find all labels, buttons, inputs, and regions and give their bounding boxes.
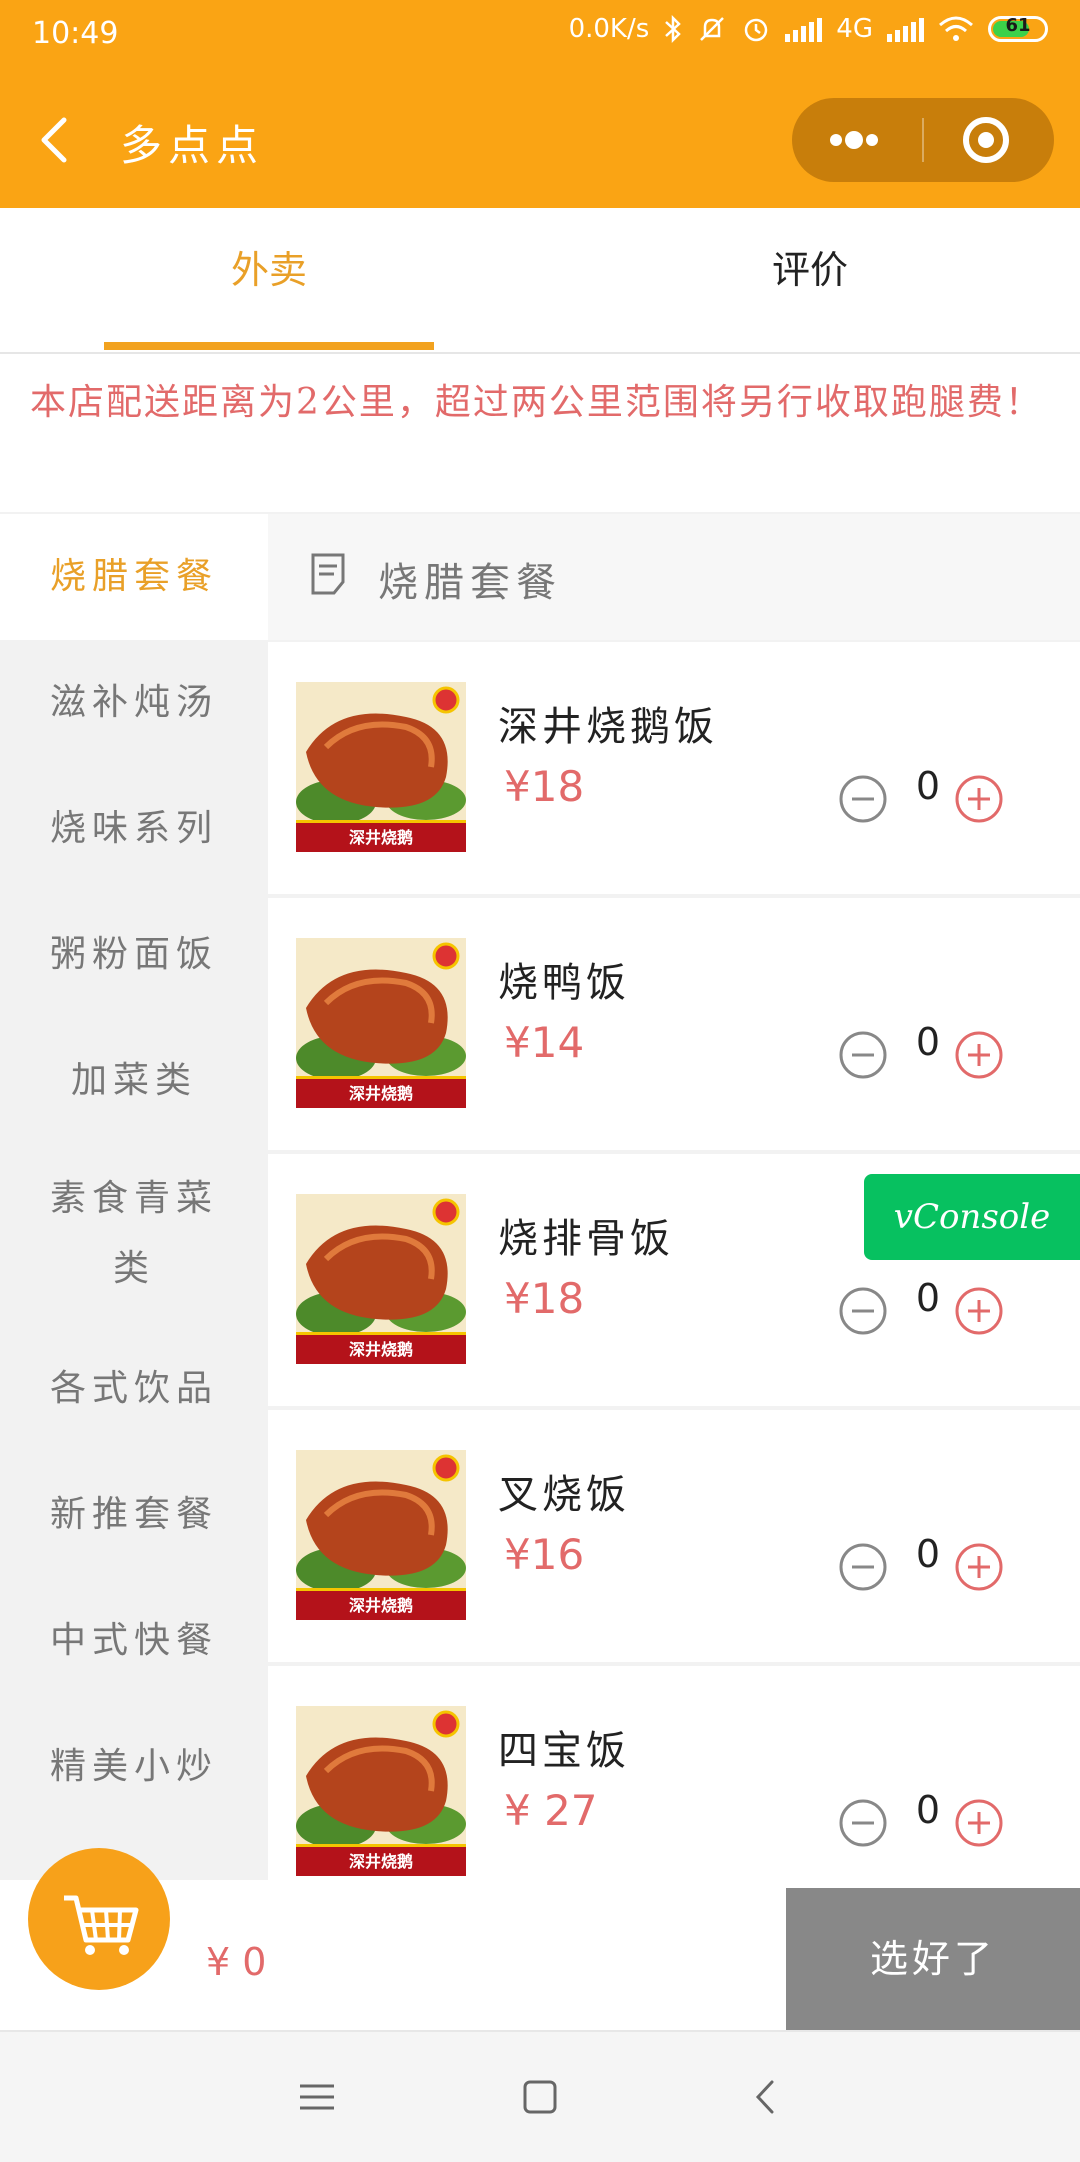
signal-icon-2 [887, 16, 924, 42]
wifi-icon [939, 16, 973, 41]
dish-price: ¥ 27 [504, 1786, 598, 1835]
home-square-icon[interactable] [515, 2072, 565, 2122]
vconsole-button[interactable]: vConsole [864, 1174, 1080, 1260]
mini-program-capsule [792, 98, 1054, 182]
section-header: 烧腊套餐 [268, 514, 1080, 640]
sidebar-item-xiaochao[interactable]: 精美小炒 [0, 1704, 268, 1830]
tab-waimai[interactable]: 外卖 [104, 208, 434, 352]
signal-icon [785, 16, 823, 42]
section-title: 烧腊套餐 [378, 560, 562, 606]
dish-image-caption: 深井烧鹅 [349, 1084, 413, 1103]
dish-image-caption: 深井烧鹅 [349, 1852, 413, 1871]
plus-icon[interactable] [954, 774, 1004, 824]
status-bar: 10:49 0.0K/s 4G 61 [0, 0, 1080, 72]
back-arrow-icon[interactable] [30, 112, 86, 168]
battery-icon: 61 [988, 15, 1048, 42]
dish-image-caption: 深井烧鹅 [349, 1340, 413, 1359]
plus-icon[interactable] [954, 1286, 1004, 1336]
cart-button[interactable] [28, 1848, 170, 1990]
dish-quantity: 0 [915, 764, 941, 808]
sidebar-item-shaowei[interactable]: 烧味系列 [0, 766, 268, 892]
page-title: 多点点 [120, 121, 265, 170]
cart-icon [64, 1895, 139, 1955]
status-icons: 0.0K/s 4G 61 [569, 14, 1048, 44]
tab-bar: 外卖 评价 [0, 208, 1080, 354]
sidebar-item-zhoufen[interactable]: 粥粉面饭 [0, 892, 268, 1018]
plus-icon[interactable] [954, 1542, 1004, 1592]
sidebar-item-yinpin[interactable]: 各式饮品 [0, 1326, 268, 1452]
net-speed: 0.0K/s [568, 14, 650, 44]
minus-icon[interactable] [838, 774, 888, 824]
menu-icon[interactable] [292, 2072, 342, 2122]
close-target-icon[interactable] [924, 98, 1054, 182]
back-triangle-icon[interactable] [742, 2072, 792, 2122]
dish-item[interactable]: 深井烧鹅 烧鸭饭 ¥14 0 [268, 898, 1080, 1150]
dish-image-caption: 深井烧鹅 [349, 1596, 413, 1615]
dish-image: 深井烧鹅 [296, 1450, 466, 1620]
dish-image-caption: 深井烧鹅 [349, 828, 413, 847]
minus-icon[interactable] [838, 1030, 888, 1080]
minus-icon[interactable] [838, 1798, 888, 1848]
bluetooth-icon [665, 14, 682, 44]
nav-bar: 多点点 [0, 72, 1080, 208]
dish-name: 深井烧鹅饭 [498, 704, 718, 750]
more-dots-icon[interactable] [792, 98, 922, 182]
network-type: 4G [836, 14, 873, 44]
dish-item[interactable]: 深井烧鹅 叉烧饭 ¥16 0 [268, 1410, 1080, 1662]
dish-price: ¥14 [504, 1018, 585, 1067]
dish-name: 烧排骨饭 [498, 1216, 674, 1262]
category-sidebar: 烧腊套餐 滋补炖汤 烧味系列 粥粉面饭 加菜类 素食青菜类 各式饮品 新推套餐 … [0, 514, 268, 1880]
status-time: 10:49 [32, 16, 119, 51]
plus-icon[interactable] [954, 1798, 1004, 1848]
dish-quantity: 0 [915, 1532, 941, 1576]
dish-image: 深井烧鹅 [296, 1706, 466, 1876]
system-nav-bar [0, 2030, 1080, 2162]
dish-name: 叉烧饭 [498, 1472, 630, 1518]
alarm-icon [745, 18, 768, 42]
dish-price: ¥18 [504, 762, 585, 811]
sidebar-item-xintui[interactable]: 新推套餐 [0, 1452, 268, 1578]
active-tab-indicator [104, 342, 434, 350]
mute-icon [700, 17, 725, 41]
dish-image: 深井烧鹅 [296, 938, 466, 1108]
dish-price: ¥18 [504, 1274, 585, 1323]
dish-name: 四宝饭 [498, 1728, 630, 1774]
sidebar-item-tang[interactable]: 滋补炖汤 [0, 640, 268, 766]
dish-quantity: 0 [915, 1788, 941, 1832]
minus-icon[interactable] [838, 1286, 888, 1336]
tab-pingjia[interactable]: 评价 [645, 208, 975, 352]
dish-name: 烧鸭饭 [498, 960, 630, 1006]
minus-icon[interactable] [838, 1542, 888, 1592]
plus-icon[interactable] [954, 1030, 1004, 1080]
delivery-notice: 本店配送距离为2公里，超过两公里范围将另行收取跑腿费！ [0, 354, 1080, 512]
dish-image: 深井烧鹅 [296, 1194, 466, 1364]
document-icon [311, 553, 345, 595]
cart-total: ¥ 0 [206, 1940, 267, 1984]
dish-image: 深井烧鹅 [296, 682, 466, 852]
checkout-button[interactable]: 选好了 [786, 1888, 1080, 2030]
dish-quantity: 0 [915, 1020, 941, 1064]
sidebar-item-shaola[interactable]: 烧腊套餐 [0, 514, 268, 640]
sidebar-item-jiacai[interactable]: 加菜类 [0, 1018, 268, 1144]
sidebar-item-kuaican[interactable]: 中式快餐 [0, 1578, 268, 1704]
dish-item[interactable]: 深井烧鹅 深井烧鹅饭 ¥18 0 [268, 642, 1080, 894]
sidebar-item-sushi[interactable]: 素食青菜类 [34, 1164, 234, 1304]
dish-quantity: 0 [915, 1276, 941, 1320]
dish-price: ¥16 [504, 1530, 585, 1579]
